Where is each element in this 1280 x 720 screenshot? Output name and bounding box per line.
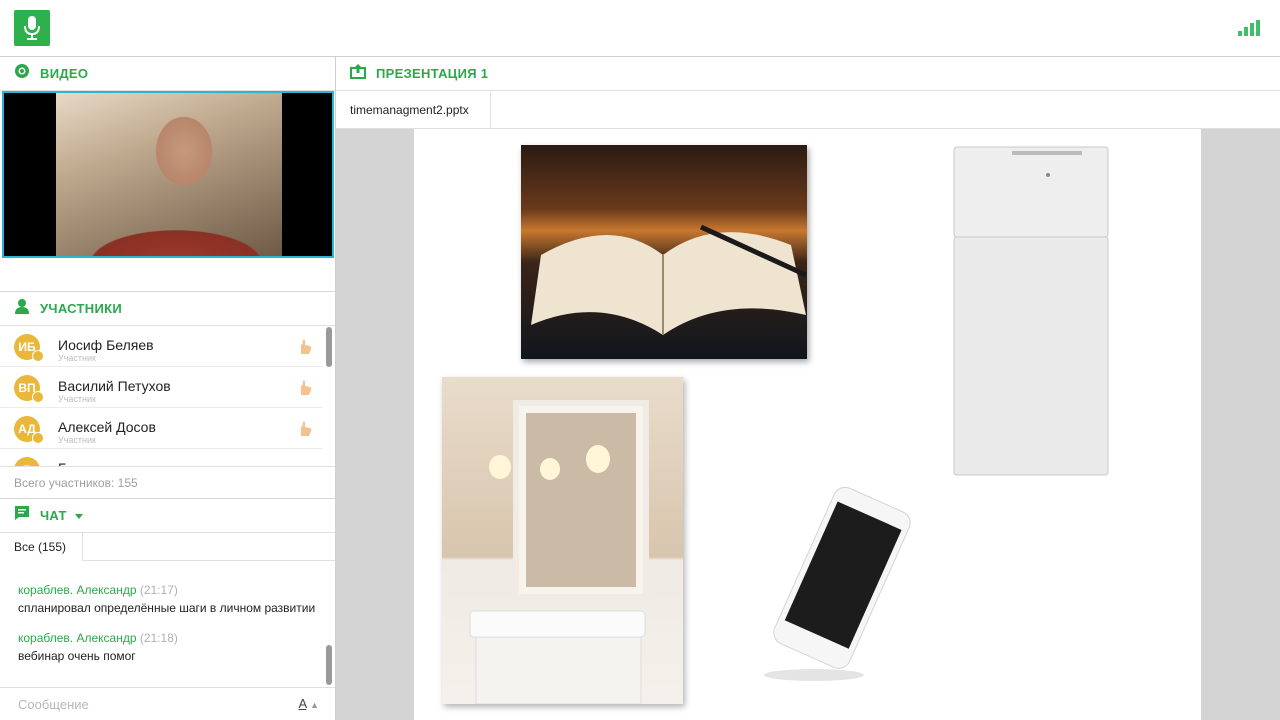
raise-hand-icon[interactable] [295,338,313,356]
participant-name: Иосиф Беляев [58,337,154,353]
slide-canvas[interactable] [414,129,1201,720]
upload-icon[interactable] [350,63,366,84]
chat-scrollbar[interactable] [326,645,332,685]
video-icon [14,63,30,84]
top-bar [0,0,1280,57]
font-button-label: A [298,696,307,711]
user-badge-icon [32,350,44,362]
list-item[interactable]: АД Алексей Досов Участник [0,408,323,449]
presentation-header: ПРЕЗЕНТАЦИЯ 1 [336,57,1280,91]
left-panel: ВИДЕО УЧАСТНИКИ ИБ Иосиф Беляев Участник… [0,57,336,720]
book-image [521,145,807,359]
raise-hand-icon[interactable] [295,420,313,438]
chat-header[interactable]: ЧАТ [0,499,335,533]
raise-hand-icon[interactable] [295,379,313,397]
message-placeholder: Сообщение [18,697,89,712]
user-icon [14,298,30,319]
tab-presentation-file[interactable]: timemanagment2.pptx [336,91,491,129]
participants-scrollbar[interactable] [326,327,332,367]
message-author[interactable]: кораблев. Александр [18,583,137,597]
avatar: ИБ [14,334,44,362]
message-text: вебинар очень помог [18,649,136,663]
chat-icon [14,505,30,526]
video-stream[interactable] [2,91,334,258]
user-badge-icon [32,432,44,444]
fridge-image [952,145,1110,479]
participants-total: Всего участников: 155 [0,466,335,499]
webcam-image [56,93,282,256]
avatar: АД [14,416,44,444]
microphone-icon[interactable] [14,10,50,46]
participants-title: УЧАСТНИКИ [40,301,123,316]
participant-name: Алексей Досов [58,419,156,435]
file-tabs: timemanagment2.pptx [336,91,1280,129]
video-spacer [0,258,335,292]
participant-role: Участник [58,394,96,404]
font-format-button[interactable]: A ▲ [298,696,319,711]
bathroom-image [442,377,683,704]
participant-role: Участник [58,435,96,445]
chat-title: ЧАТ [40,508,67,523]
message-time: (21:18) [139,631,178,645]
smartphone-image [754,486,924,687]
list-item[interactable]: ВП Василий Петухов Участник [0,367,323,408]
chevron-down-icon[interactable] [74,507,83,525]
message-text: спланировал определённые шаги в личном р… [18,601,316,615]
list-item[interactable]: ИБ Иосиф Беляев Участник [0,326,323,367]
participant-role: Участник [58,353,96,363]
chat-tabs: Все (155) [0,533,335,561]
chat-message: кораблев. Александр (21:17) спланировал … [18,583,315,615]
video-header: ВИДЕО [0,57,335,91]
caret-up-icon: ▲ [310,700,319,710]
message-author[interactable]: кораблев. Александр [18,631,137,645]
participant-name: Василий Петухов [58,378,171,394]
user-badge-icon [32,391,44,403]
message-time: (21:17) [139,583,178,597]
chat-messages: кораблев. Александр (21:17) спланировал … [0,561,335,687]
participants-list[interactable]: ИБ Иосиф Беляев Участник ВП Василий Пету… [0,326,335,466]
message-input[interactable]: Сообщение A ▲ [0,687,335,720]
avatar: ВП [14,375,44,403]
presentation-title: ПРЕЗЕНТАЦИЯ 1 [376,66,489,81]
participants-header: УЧАСТНИКИ [0,292,335,326]
list-item[interactable]: Б Б [0,449,323,466]
video-title: ВИДЕО [40,66,89,81]
presentation-panel: ПРЕЗЕНТАЦИЯ 1 timemanagment2.pptx [336,57,1280,720]
chat-message: кораблев. Александр (21:18) вебинар очен… [18,631,178,663]
signal-bars-icon [1238,20,1260,36]
tab-all[interactable]: Все (155) [0,533,83,561]
avatar: Б [14,457,40,466]
